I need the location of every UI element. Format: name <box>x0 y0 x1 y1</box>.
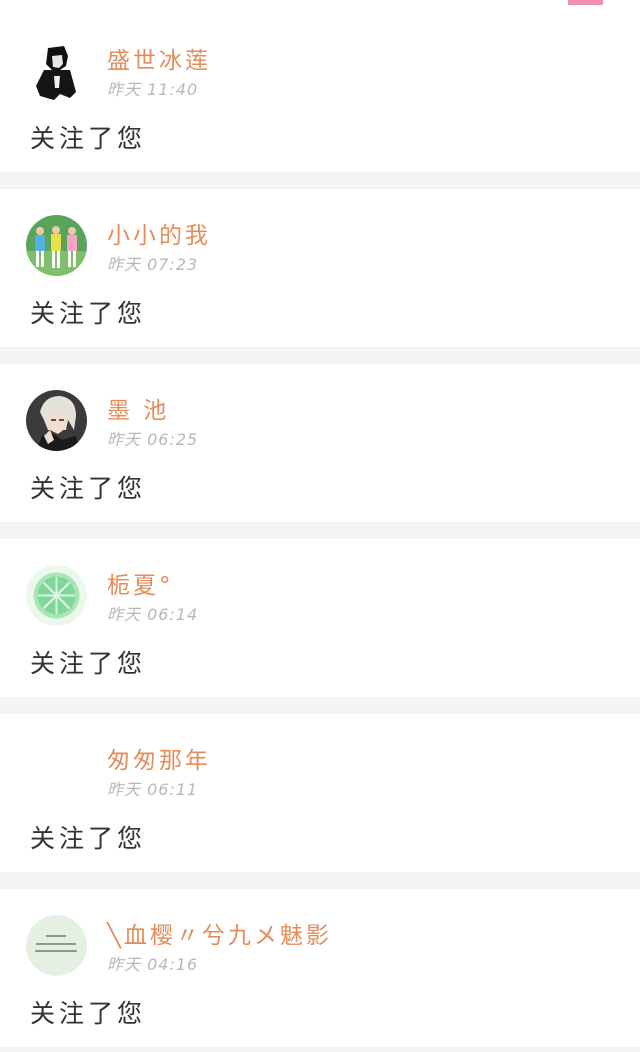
text-note-avatar[interactable] <box>26 915 87 976</box>
notification-message: 关注了您 <box>30 124 147 153</box>
user-name[interactable]: 栀夏° <box>107 566 174 600</box>
user-name[interactable]: 盛世冰莲 <box>107 41 211 75</box>
timestamp: 昨天 11:40 <box>107 80 199 99</box>
lime-slice-avatar[interactable] <box>26 565 87 626</box>
timestamp: 昨天 07:23 <box>107 255 199 274</box>
user-name[interactable]: 小小的我 <box>107 216 211 250</box>
user-name[interactable]: ╲血樱〃兮九メ魅影 <box>107 916 332 950</box>
notification-item[interactable]: 小小的我 昨天 07:23 关注了您 <box>0 189 640 347</box>
top-tab-bar <box>0 0 640 14</box>
timestamp: 昨天 06:14 <box>107 605 199 624</box>
notification-message: 关注了您 <box>30 649 147 678</box>
notification-item[interactable]: 墨 池 昨天 06:25 关注了您 <box>0 364 640 522</box>
active-tab-indicator <box>568 0 603 5</box>
dark-figure-avatar[interactable] <box>26 40 87 101</box>
notification-message: 关注了您 <box>30 999 147 1028</box>
user-name[interactable]: 墨 池 <box>107 391 169 425</box>
notification-message: 关注了您 <box>30 824 147 853</box>
user-name[interactable]: 匆匆那年 <box>107 741 211 775</box>
notification-message: 关注了您 <box>30 474 147 503</box>
anime-boy-avatar[interactable] <box>26 390 87 451</box>
notification-item[interactable]: 栀夏° 昨天 06:14 关注了您 <box>0 539 640 697</box>
notification-item[interactable]: 盛世冰莲 昨天 11:40 关注了您 <box>0 14 640 172</box>
group-photo-avatar[interactable] <box>26 215 87 276</box>
notification-message: 关注了您 <box>30 299 147 328</box>
timestamp: 昨天 04:16 <box>107 955 199 974</box>
timestamp: 昨天 06:25 <box>107 430 199 449</box>
notification-item[interactable]: 匆匆那年 昨天 06:11 关注了您 <box>0 714 640 872</box>
timestamp: 昨天 06:11 <box>107 780 199 799</box>
notification-item[interactable]: ╲血樱〃兮九メ魅影 昨天 04:16 关注了您 <box>0 889 640 1047</box>
blank-avatar[interactable] <box>26 740 87 801</box>
